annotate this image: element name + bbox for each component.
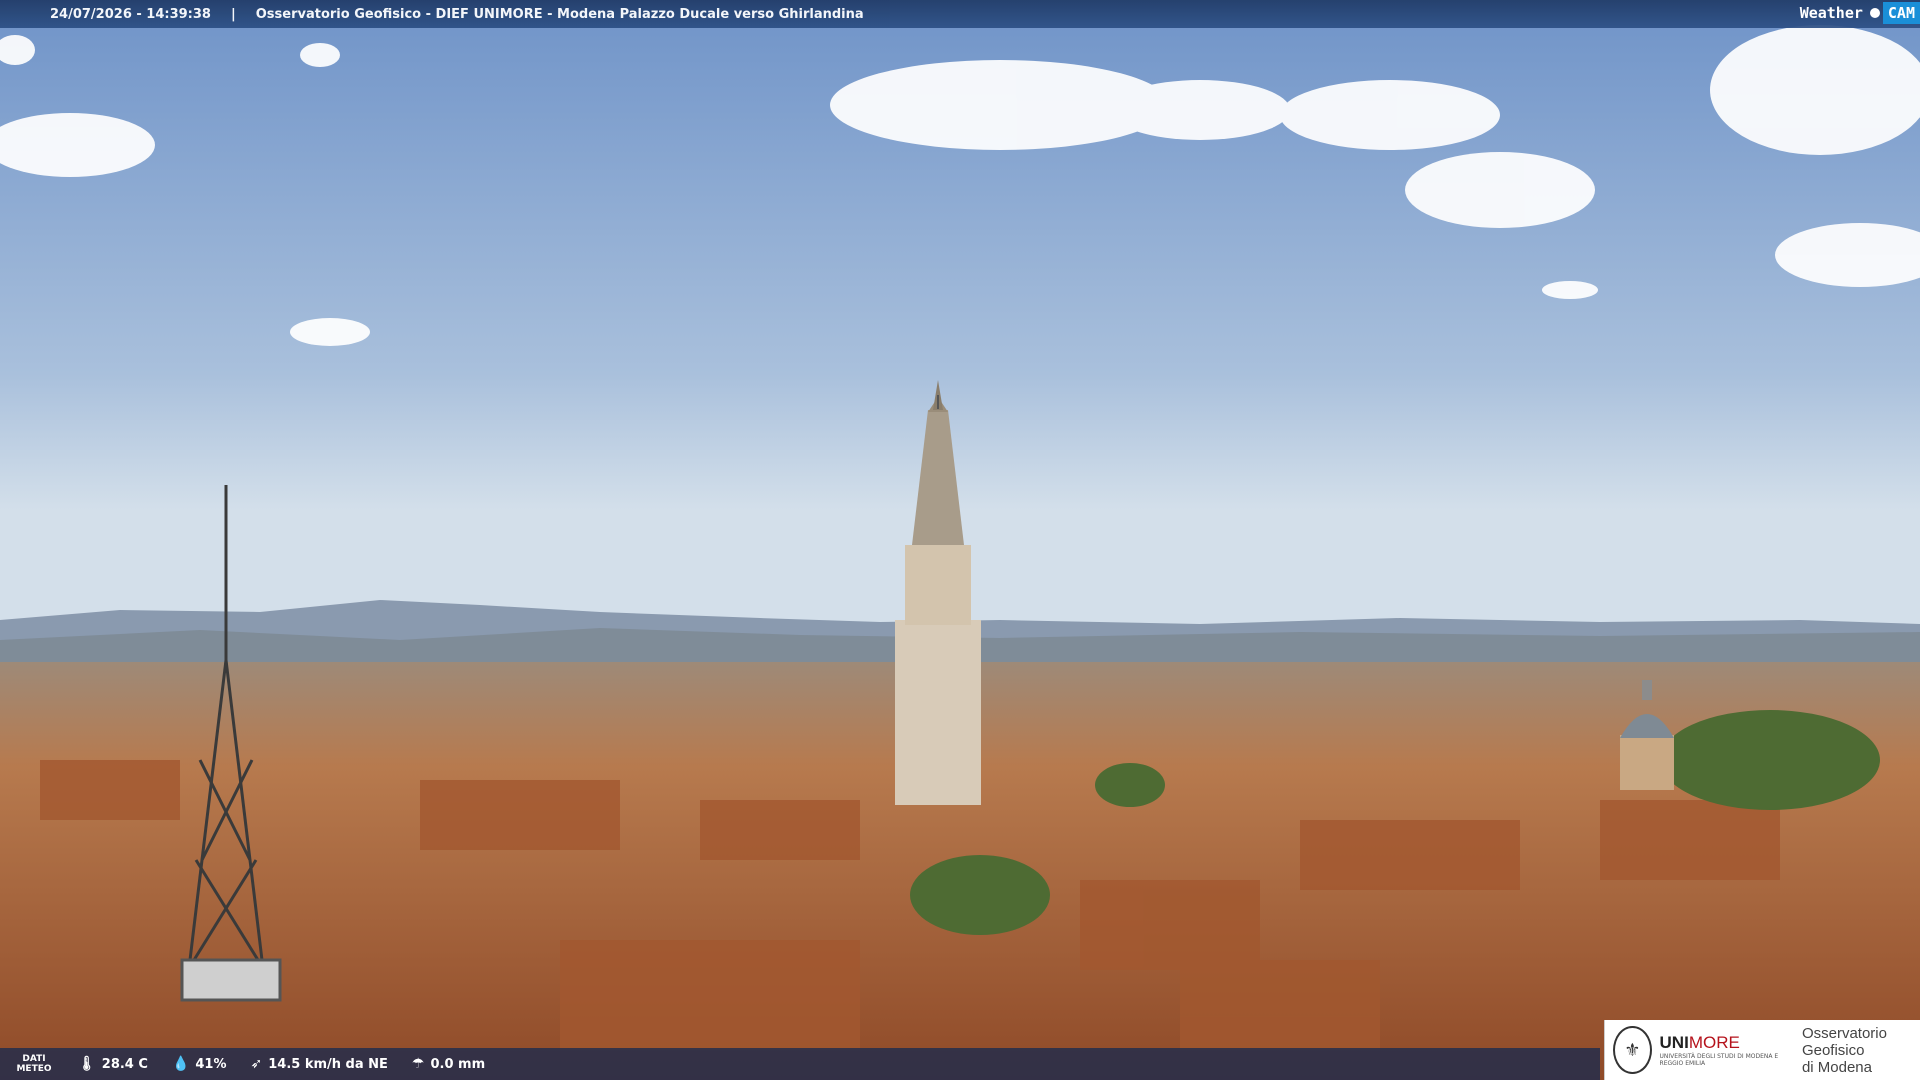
wind-icon: ➶ [250,1056,263,1072]
humidity-value: 41% [195,1056,227,1072]
camera-title: Osservatorio Geofisico - DIEF UNIMORE - … [255,6,864,22]
timestamp: 24/07/2026 - 14:39:38 [50,6,211,22]
unimore-brand: UNIMORE UNIVERSITÀ DEGLI STUDI DI MODENA… [1660,1033,1790,1067]
temperature-value: 28.4 C [101,1056,148,1072]
wind-value: 14.5 km/h da NE [268,1056,388,1072]
rain-readout: ☂ 0.0 mm [412,1056,485,1072]
header-bar: 24/07/2026 - 14:39:38 | Osservatorio Geo… [0,0,1920,28]
temperature-readout: 🌡 28.4 C [78,1056,148,1072]
webcam-scene [0,0,1920,1080]
osservatorio-line1: Osservatorio Geofisico [1801,1024,1887,1059]
wind-readout: ➶ 14.5 km/h da NE [251,1056,388,1072]
droplet-icon: 💧 [171,1056,190,1072]
weathercam-dot-icon [1869,8,1880,18]
unimore-wordmark-a: UNI [1659,1033,1689,1052]
weathercam-logo-right: CAM [1882,2,1920,24]
rain-value: 0.0 mm [430,1056,486,1072]
dati-meteo-label: DATI METEO [14,1054,54,1074]
unimore-wordmark-b: MORE [1688,1033,1740,1052]
rain-icon: ☂ [411,1056,425,1072]
humidity-readout: 💧 41% [172,1056,227,1072]
osservatorio-line2: di Modena [1801,1058,1872,1076]
unimore-wordmark: UNIMORE [1660,1033,1790,1053]
unimore-logo-panel: ⚜ UNIMORE UNIVERSITÀ DEGLI STUDI DI MODE… [1604,1020,1920,1080]
university-seal-icon: ⚜ [1613,1026,1652,1074]
dati-label-line2: METEO [16,1064,52,1074]
header-separator: | [230,6,236,22]
dati-label-line1: DATI [22,1054,46,1064]
osservatorio-label: Osservatorio Geofisico di Modena [1802,1025,1920,1076]
weathercam-logo-left: Weather [1799,4,1863,22]
weathercam-logo: Weather CAM [1796,0,1920,26]
thermometer-icon: 🌡 [78,1056,96,1072]
unimore-subtext: UNIVERSITÀ DEGLI STUDI DI MODENA E REGGI… [1659,1053,1779,1067]
weather-data-bar: DATI METEO 🌡 28.4 C 💧 41% ➶ 14.5 km/h da… [0,1048,1600,1080]
